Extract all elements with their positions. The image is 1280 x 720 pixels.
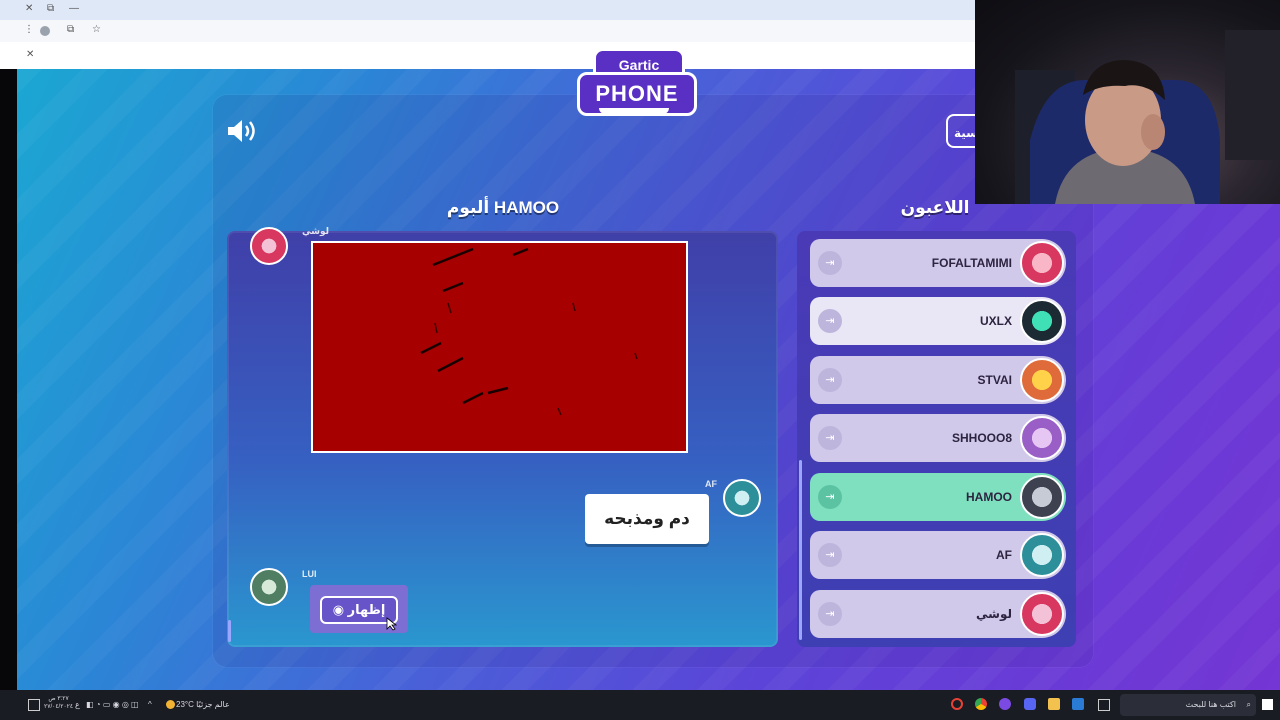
taskbar-app-icon[interactable]	[999, 698, 1011, 710]
close-window-icon[interactable]: ✕	[25, 0, 33, 19]
kick-player-icon[interactable]: ⇥	[818, 485, 842, 509]
chrome-icon[interactable]	[975, 698, 987, 710]
search-icon: ⌕	[1246, 700, 1251, 709]
player-row: ⇥ لوشي	[810, 590, 1066, 638]
kick-player-icon[interactable]: ⇥	[818, 602, 842, 626]
obs-icon[interactable]	[951, 698, 963, 710]
profile-icon[interactable]	[40, 26, 50, 36]
drawing-author-name: لوشي	[302, 226, 329, 236]
left-screen-edge	[0, 69, 17, 690]
weather-text[interactable]: 23°C عالم جزئيًا	[176, 690, 230, 720]
clock[interactable]: ٣:٢٧ ص ٢٧/٠٤/٢٠٢٤	[44, 695, 73, 711]
avatar	[1020, 475, 1064, 519]
mouse-cursor-icon	[386, 617, 397, 631]
player-row: ⇥ UXLX	[810, 297, 1066, 345]
browser-toolbar: ⋮ ⧉ ☆	[0, 20, 975, 42]
players-scrollbar[interactable]	[799, 460, 802, 640]
close-findbar-icon[interactable]: ✕	[26, 45, 34, 65]
avatar	[250, 227, 288, 265]
avatar	[1020, 533, 1064, 577]
avatar	[1020, 299, 1064, 343]
album-title: ألبوم HAMOO	[446, 198, 560, 217]
extensions-icon[interactable]: ⧉	[67, 20, 74, 40]
tray-chevron-icon[interactable]: ^	[148, 690, 152, 720]
avatar	[723, 479, 761, 517]
webcam-overlay	[975, 0, 1280, 204]
avatar	[1020, 592, 1064, 636]
tray-icons[interactable]: ◧ ◔ ▭ ◉ ◎ ◫	[86, 690, 139, 720]
next-author-name: LUI	[302, 569, 317, 579]
bookmark-star-icon[interactable]: ☆	[92, 20, 101, 40]
player-row: ⇥ AF	[810, 531, 1066, 579]
guess-author-name: AF	[705, 479, 717, 489]
player-row: ⇥ STVAI	[810, 356, 1066, 404]
player-row: ⇥ SHHOOO8	[810, 414, 1066, 462]
browser-title-bar: ✕ ⧉ —	[0, 0, 975, 20]
restore-window-icon[interactable]: ⧉	[47, 0, 54, 19]
weather-icon	[166, 700, 175, 709]
taskbar-search-box[interactable]: اكتب هنا للبحث ⌕	[1120, 694, 1256, 716]
eye-icon: ◉	[332, 602, 345, 617]
guess-bubble: دم ومذبحه	[585, 494, 709, 544]
album-scrollbar[interactable]	[228, 620, 231, 642]
kick-player-icon[interactable]: ⇥	[818, 543, 842, 567]
kick-player-icon[interactable]: ⇥	[818, 426, 842, 450]
notifications-icon[interactable]	[28, 699, 40, 711]
taskbar-search-placeholder: اكتب هنا للبحث	[1185, 700, 1236, 709]
drawing-canvas	[311, 241, 688, 453]
kick-player-icon[interactable]: ⇥	[818, 309, 842, 333]
browser-find-bar: ✕	[0, 42, 975, 70]
player-row: ⇥ FOFALTAMIMI	[810, 239, 1066, 287]
discord-icon[interactable]	[1024, 698, 1036, 710]
avatar	[1020, 241, 1064, 285]
taskbar-app-icon[interactable]	[1072, 698, 1084, 710]
file-explorer-icon[interactable]	[1048, 698, 1060, 710]
avatar	[1020, 416, 1064, 460]
drawing-strokes	[420, 247, 638, 416]
player-row-active: ⇥ HAMOO	[810, 473, 1066, 521]
task-view-icon[interactable]	[1098, 699, 1110, 711]
avatar	[1020, 358, 1064, 402]
speaker-icon[interactable]	[225, 117, 259, 145]
avatar	[250, 568, 288, 606]
kick-player-icon[interactable]: ⇥	[818, 368, 842, 392]
windows-start-icon[interactable]	[1262, 699, 1273, 710]
streamer-silhouette	[1015, 30, 1280, 204]
menu-dots-icon[interactable]: ⋮	[24, 20, 34, 40]
players-title: اللاعبون	[900, 198, 970, 217]
gartic-phone-logo: Gartic PHONE	[577, 44, 697, 118]
minimize-window-icon[interactable]: —	[69, 0, 79, 19]
language-indicator[interactable]: ع	[75, 690, 80, 720]
kick-player-icon[interactable]: ⇥	[818, 251, 842, 275]
windows-taskbar: اكتب هنا للبحث ⌕ 23°C عالم جزئيًا ^ ◧ ◔ …	[0, 690, 1280, 720]
